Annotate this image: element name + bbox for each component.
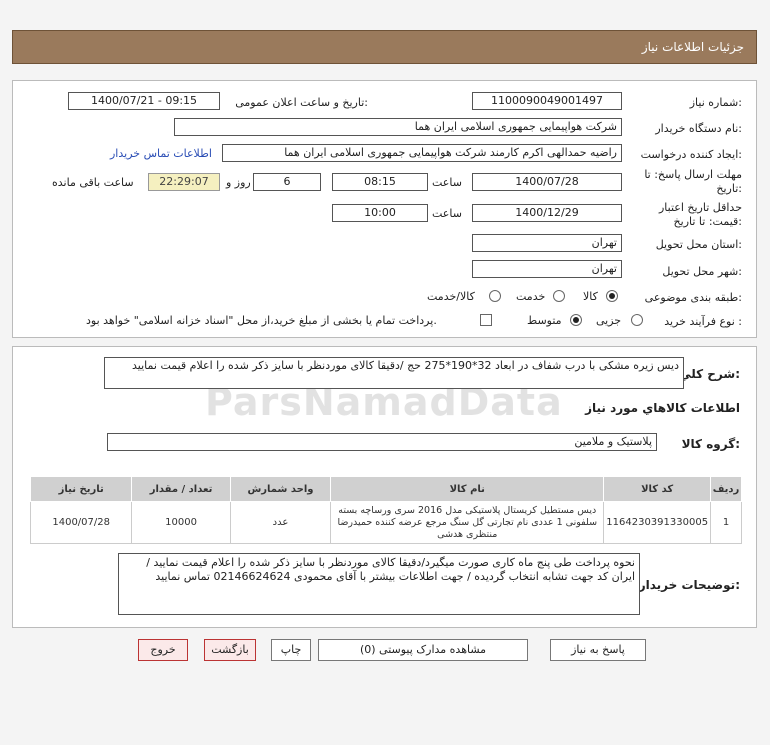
creator-field: راضیه حمدالهی اکرم کارمند شرکت هواپیمایی… bbox=[222, 144, 622, 162]
process-radio-medium[interactable] bbox=[570, 314, 582, 326]
remaining-time-field: 22:29:07 bbox=[148, 173, 220, 191]
goods-group-field: پلاستیک و ملامین bbox=[107, 433, 657, 451]
announce-label: تاریخ و ساعت اعلان عمومی: bbox=[235, 96, 368, 109]
deadline-date-field: 1400/07/28 bbox=[472, 173, 622, 191]
deadline-label-line2: تاریخ: bbox=[716, 182, 742, 195]
goods-table: ردیف کد کالا نام کالا واحد شمارش تعداد /… bbox=[29, 476, 742, 544]
table-row: 1 1164230391330005 دیس مستطیل کریستال پل… bbox=[29, 501, 742, 544]
category-option-goods-service: کالا/خدمت bbox=[427, 290, 475, 303]
cell-date: 1400/07/28 bbox=[29, 501, 133, 544]
province-label: استان محل تحویل: bbox=[655, 238, 742, 251]
col-date: تاریخ نیاز bbox=[29, 476, 133, 502]
creator-label: ایجاد کننده درخواست: bbox=[640, 148, 742, 161]
validity-time-field: 10:00 bbox=[332, 204, 428, 222]
days-label: روز و bbox=[226, 176, 251, 189]
view-attachments-button[interactable]: مشاهده مدارک پیوستی (0) bbox=[318, 639, 528, 661]
need-number-label: شماره نیاز: bbox=[689, 96, 742, 109]
cell-name: دیس مستطیل کریستال پلاستیکی مدل 2016 سری… bbox=[330, 501, 605, 544]
col-row: ردیف bbox=[710, 476, 742, 502]
province-field: تهران bbox=[472, 234, 622, 252]
cell-qty: 10000 bbox=[131, 501, 231, 544]
category-option-goods: کالا bbox=[583, 290, 598, 303]
days-field: 6 bbox=[253, 173, 321, 191]
city-field: تهران bbox=[472, 260, 622, 278]
buyer-org-field: شرکت هواپیمایی جمهوری اسلامی ایران هما bbox=[174, 118, 622, 136]
process-radio-minor[interactable] bbox=[631, 314, 643, 326]
category-radio-goods[interactable] bbox=[606, 290, 618, 302]
deadline-time-label: ساعت bbox=[432, 176, 462, 189]
col-name: نام کالا bbox=[330, 476, 605, 502]
remaining-label: ساعت باقی مانده bbox=[52, 176, 134, 189]
validity-label-line2: قیمت: تا تاریخ: bbox=[673, 215, 742, 228]
category-radio-service[interactable] bbox=[553, 290, 565, 302]
col-qty: تعداد / مقدار bbox=[131, 476, 231, 502]
buyer-org-label: نام دستگاه خریدار: bbox=[655, 122, 742, 135]
goods-group-label: گروه کالا: bbox=[681, 437, 740, 451]
need-number-field: 1100090049001497 bbox=[472, 92, 622, 110]
buyer-notes-field: نحوه پرداخت طی پنج ماه کاری صورت میگیرد/… bbox=[118, 553, 640, 615]
col-code: کد کالا bbox=[603, 476, 712, 502]
reply-button[interactable]: پاسخ به نیاز bbox=[550, 639, 646, 661]
cell-code: 1164230391330005 bbox=[603, 501, 712, 544]
validity-date-field: 1400/12/29 bbox=[472, 204, 622, 222]
col-unit: واحد شمارش bbox=[229, 476, 332, 502]
page-titlebar: جزئیات اطلاعات نیاز bbox=[12, 30, 757, 64]
goods-table-header: ردیف کد کالا نام کالا واحد شمارش تعداد /… bbox=[29, 476, 742, 502]
cell-row: 1 bbox=[710, 501, 742, 544]
category-label: طبقه بندی موضوعی: bbox=[644, 291, 742, 304]
validity-time-label: ساعت bbox=[432, 207, 462, 220]
cell-unit: عدد bbox=[229, 501, 332, 544]
treasury-payment-note: پرداخت تمام یا بخشی از مبلغ خرید،از محل … bbox=[86, 314, 437, 327]
summary-field: دیس زیره مشکی با درب شفاف در ابعاد 32*19… bbox=[104, 357, 684, 389]
goods-section-title: اطلاعات كالاهاي مورد نياز bbox=[585, 401, 740, 415]
validity-label-line1: حداقل تاریخ اعتبار bbox=[658, 201, 742, 214]
process-option-medium: متوسط bbox=[527, 314, 562, 327]
deadline-time-field: 08:15 bbox=[332, 173, 428, 191]
process-option-minor: جزیی bbox=[596, 314, 622, 327]
treasury-payment-checkbox[interactable] bbox=[480, 314, 492, 326]
contact-buyer-link[interactable]: اطلاعات تماس خریدار bbox=[110, 147, 212, 160]
back-button[interactable]: بازگشت bbox=[204, 639, 256, 661]
buyer-notes-label: توضیحات خریدار: bbox=[638, 578, 740, 592]
deadline-label-line1: مهلت ارسال پاسخ: تا bbox=[644, 168, 742, 181]
page-title: جزئیات اطلاعات نیاز bbox=[641, 40, 744, 54]
announce-field: 1400/07/21 - 09:15 bbox=[68, 92, 220, 110]
exit-button[interactable]: خروج bbox=[138, 639, 188, 661]
city-label: شهر محل تحویل: bbox=[662, 265, 742, 278]
category-radio-goods-service[interactable] bbox=[489, 290, 501, 302]
print-button[interactable]: چاپ bbox=[271, 639, 311, 661]
category-option-service: خدمت bbox=[516, 290, 546, 303]
process-label: نوع فرآیند خرید : bbox=[664, 315, 742, 328]
